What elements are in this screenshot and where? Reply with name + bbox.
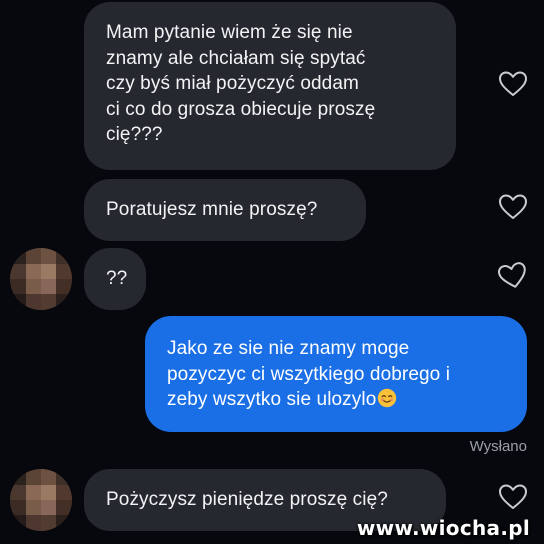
heart-outline-icon[interactable] <box>498 483 528 511</box>
message-text-line: ?? <box>106 268 128 289</box>
message-bubble-incoming[interactable]: ?? <box>84 248 146 310</box>
message-text-line: pozyczyc ci wszytkiego dobrego i <box>167 363 451 385</box>
message-text-fragment: zeby wszytko sie ulozylo <box>167 389 377 410</box>
message-text-line: ci co do grosza obiecuje proszę <box>106 98 376 120</box>
heart-outline-icon[interactable] <box>498 70 528 98</box>
message-bubble-outgoing[interactable]: Jako ze sie nie znamy moge pozyczyc ci w… <box>145 316 527 432</box>
blurred-avatar[interactable] <box>10 469 72 531</box>
message-bubble-incoming[interactable]: Poratujesz mnie proszę? <box>84 179 366 241</box>
blurred-avatar[interactable] <box>10 248 72 310</box>
smiling-face-emoji <box>377 388 397 408</box>
message-text-line: Mam pytanie wiem że się nie <box>106 22 353 43</box>
message-text-line: cię??? <box>106 124 163 145</box>
message-text-line: znamy ale chciałam się spytać <box>106 47 366 69</box>
message-bubble-incoming[interactable]: Mam pytanie wiem że się nie znamy ale ch… <box>84 2 456 170</box>
heart-outline-icon[interactable] <box>495 259 530 293</box>
chat-screen: Mam pytanie wiem że się nie znamy ale ch… <box>0 0 544 544</box>
message-text-line: Jako ze sie nie znamy moge <box>167 338 410 359</box>
message-text-line: zeby wszytko sie ulozylo <box>167 387 505 413</box>
message-text-line: Poratujesz mnie proszę? <box>106 199 318 220</box>
message-status: Wysłano <box>469 438 527 455</box>
watermark: www.wiocha.pl <box>356 516 530 540</box>
message-text-line: Pożyczysz pieniędze proszę cię? <box>106 489 388 510</box>
message-text-line: czy byś miał pożyczyć oddam <box>106 73 359 94</box>
heart-outline-icon[interactable] <box>498 193 528 221</box>
